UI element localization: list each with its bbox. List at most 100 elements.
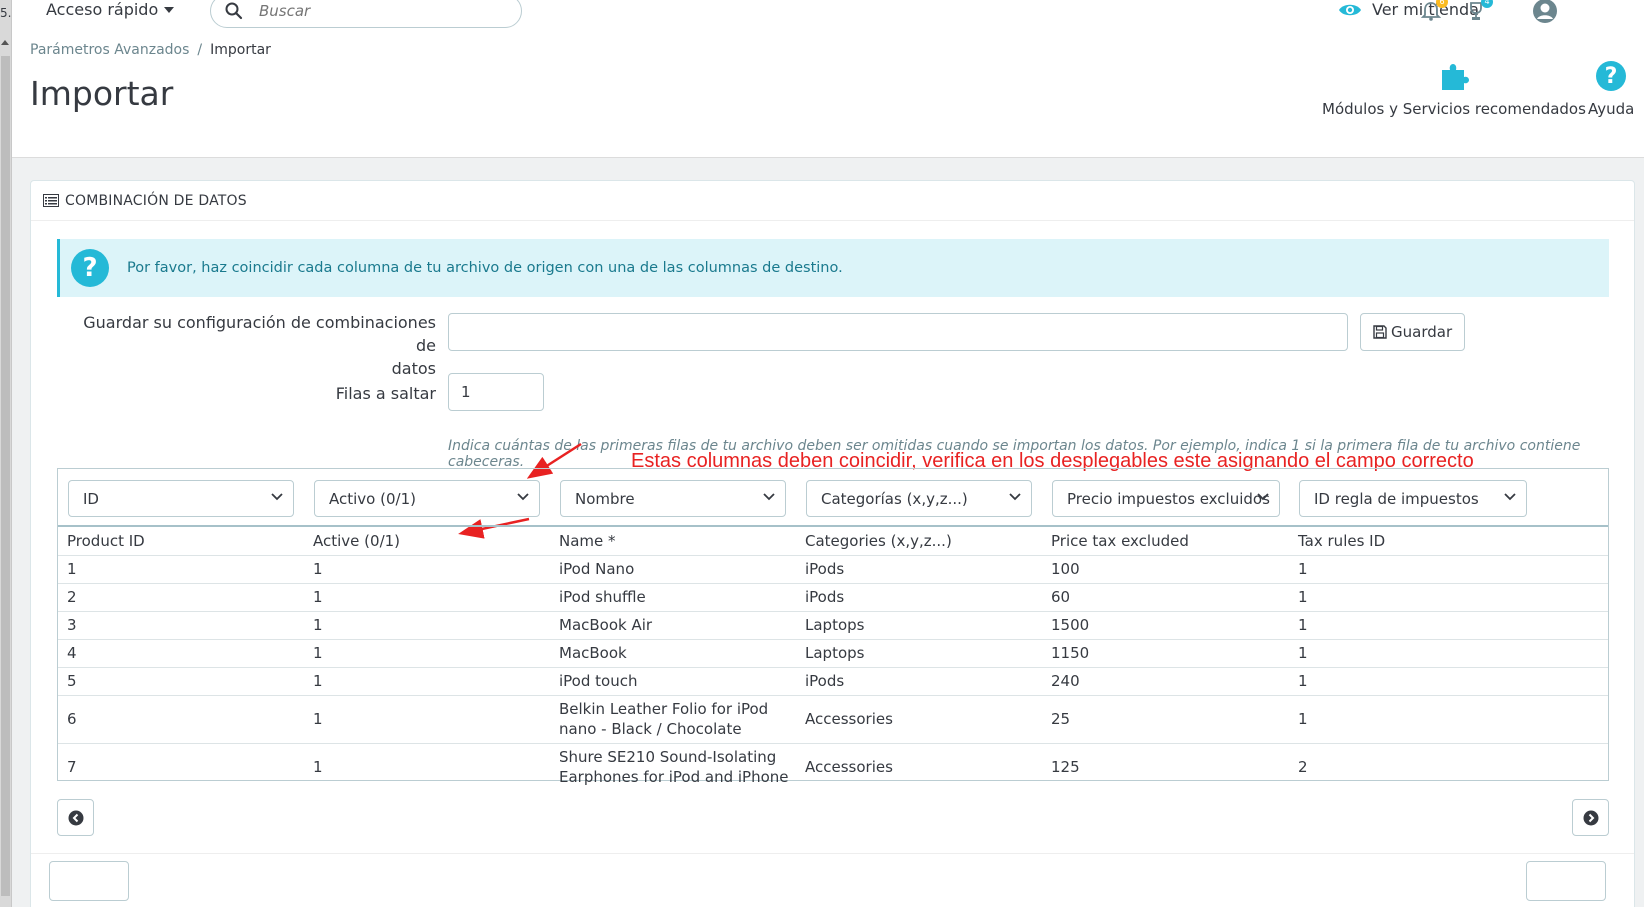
info-alert: ? Por favor, haz coincidir cada columna … (57, 239, 1609, 297)
data-preview-table: ID Activo (0/1) Nombre Categorías (x,y,z… (57, 468, 1609, 786)
table-cell: iPods (796, 583, 1042, 612)
help-label: Ayuda (1588, 100, 1635, 118)
eye-icon (1339, 4, 1361, 15)
table-cell: 100 (1042, 555, 1289, 584)
save-config-input[interactable] (448, 313, 1348, 351)
view-store-link[interactable]: Ver mi tienda (1338, 0, 1479, 19)
chevron-down-icon (1257, 493, 1269, 501)
next-page-button[interactable] (1572, 799, 1609, 836)
save-button[interactable]: Guardar (1360, 313, 1466, 351)
skip-rows-label: Filas a saltar (335, 384, 436, 403)
preview-table: Product ID Active (0/1) Name * Categorie… (58, 527, 1608, 791)
table-cell: 1 (304, 639, 550, 668)
table-cell: 1150 (1042, 639, 1289, 668)
save-button-label: Guardar (1391, 323, 1453, 341)
search-input[interactable] (259, 2, 479, 20)
breadcrumb-parent[interactable]: Parámetros Avanzados (30, 42, 189, 58)
search-bar[interactable] (210, 0, 522, 28)
floppy-disk-icon (1373, 325, 1387, 339)
breadcrumb-separator: / (197, 42, 203, 58)
chevron-down-icon (1009, 493, 1021, 501)
column-header: Categories (x,y,z...) (796, 527, 1042, 556)
circle-arrow-left-icon (68, 810, 83, 825)
column-header: Name * (550, 527, 796, 556)
table-cell: 1 (304, 583, 550, 612)
footer-right-button[interactable] (1526, 861, 1606, 901)
select-value: Nombre (575, 489, 635, 508)
top-header: Acceso rápido Ver mi tienda 6 4 (12, 0, 1644, 36)
save-config-label-line1: Guardar su configuración de combinacione… (83, 313, 436, 355)
mapping-selects-row: ID Activo (0/1) Nombre Categorías (x,y,z… (58, 469, 1608, 527)
table-cell: Accessories (796, 695, 1042, 744)
previous-page-button[interactable] (57, 799, 94, 836)
chevron-down-icon (1504, 493, 1516, 501)
puzzle-icon (1441, 64, 1469, 90)
table-row: 5 1 iPod touch iPods 240 1 (58, 667, 1608, 696)
table-cell: 1 (304, 695, 550, 744)
panel-heading-text: COMBINACIÓN DE DATOS (65, 192, 247, 209)
table-cell: 3 (58, 611, 304, 640)
chevron-down-icon (517, 493, 529, 501)
mapping-select-1[interactable]: ID (68, 480, 294, 517)
left-scrollbar[interactable] (0, 0, 12, 907)
help-button[interactable]: ? Ayuda (1588, 60, 1634, 118)
table-cell: iPod shuffle (550, 583, 796, 612)
column-header: Tax rules ID (1289, 527, 1608, 556)
table-row: 2 1 iPod shuffle iPods 60 1 (58, 583, 1608, 612)
table-cell: 5 (58, 667, 304, 696)
table-cell: MacBook Air (550, 611, 796, 640)
column-header: Price tax excluded (1042, 527, 1289, 556)
data-matching-panel: COMBINACIÓN DE DATOS ? Por favor, haz co… (30, 180, 1635, 907)
modules-label: Módulos y Servicios recomendados (1322, 100, 1586, 118)
table-cell: 1 (1289, 695, 1608, 744)
column-header: Active (0/1) (304, 527, 550, 556)
table-header-row: Product ID Active (0/1) Name * Categorie… (58, 527, 1608, 556)
table-cell: 1 (304, 555, 550, 584)
modules-button[interactable]: Módulos y Servicios recomendados (1322, 60, 1586, 118)
table-cell: MacBook (550, 639, 796, 668)
user-avatar-icon[interactable] (1532, 0, 1558, 24)
table-cell: Belkin Leather Folio for iPod nano - Bla… (550, 695, 796, 744)
mapping-select-6[interactable]: ID regla de impuestos (1299, 480, 1527, 517)
column-header: Product ID (58, 527, 304, 556)
orders-button[interactable]: 4 (1465, 0, 1493, 26)
breadcrumb: Parámetros Avanzados / Importar (30, 42, 271, 58)
table-cell: Laptops (796, 611, 1042, 640)
panel-heading: COMBINACIÓN DE DATOS (31, 181, 1634, 221)
chevron-down-icon (271, 493, 283, 501)
table-cell: 1 (1289, 555, 1608, 584)
select-value: Categorías (x,y,z...) (821, 489, 968, 508)
select-value: Activo (0/1) (329, 489, 416, 508)
table-cell: 7 (67, 758, 77, 777)
help-icon: ? (1596, 61, 1627, 91)
table-cell: 1 (1289, 667, 1608, 696)
table-row: 4 1 MacBook Laptops 1150 1 (58, 639, 1608, 668)
table-cell: 1 (304, 667, 550, 696)
save-config-label: Guardar su configuración de combinacione… (61, 311, 436, 380)
table-cell: 1 (304, 611, 550, 640)
mapping-select-2[interactable]: Activo (0/1) (314, 480, 540, 517)
quick-access-dropdown[interactable]: Acceso rápido (46, 0, 175, 19)
table-cell: 2 (58, 583, 304, 612)
mapping-select-5[interactable]: Precio impuestos excluidos (1052, 480, 1280, 517)
table-cell: 125 (1051, 758, 1080, 777)
alert-message: Por favor, haz coincidir cada columna de… (127, 260, 843, 276)
mapping-select-3[interactable]: Nombre (560, 480, 786, 517)
list-icon (43, 194, 59, 207)
mapping-select-4[interactable]: Categorías (x,y,z...) (806, 480, 1032, 517)
table-cell: Laptops (796, 639, 1042, 668)
notifications-button[interactable]: 6 (1420, 0, 1448, 26)
table-row: 3 1 MacBook Air Laptops 1500 1 (58, 611, 1608, 640)
table-cell: Shure SE210 Sound-Isolating Earphones fo… (559, 748, 789, 787)
scrollbar-thumb[interactable] (1, 56, 10, 896)
table-cell: Accessories (805, 758, 893, 777)
circle-arrow-right-icon (1583, 810, 1598, 825)
table-row: 7 1 Shure SE210 Sound-Isolating Earphones … (58, 743, 1608, 791)
scroll-up-icon[interactable] (1, 40, 9, 45)
footer-left-button[interactable] (49, 861, 129, 901)
page-header: Parámetros Avanzados / Importar Importar M… (12, 36, 1644, 158)
select-value: Precio impuestos excluidos (1067, 489, 1270, 508)
skip-rows-input[interactable]: 1 (448, 373, 544, 411)
table-cell: 60 (1042, 583, 1289, 612)
table-cell: 6 (58, 695, 304, 744)
